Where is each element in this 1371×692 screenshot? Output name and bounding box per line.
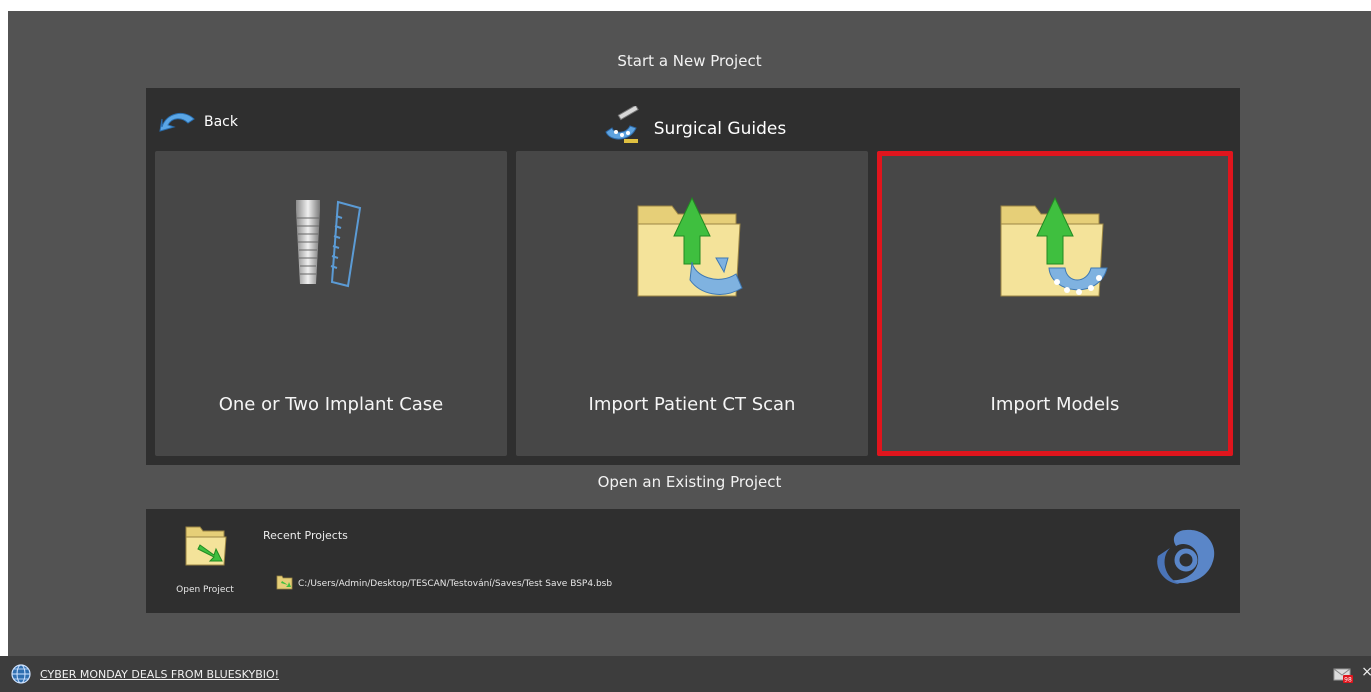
blueskybio-logo-icon — [1146, 524, 1226, 598]
start-new-project-heading: Start a New Project — [617, 52, 762, 70]
surgical-guide-icon — [600, 104, 644, 151]
open-existing-project-heading: Open an Existing Project — [597, 473, 782, 491]
mail-badge-count: 98 — [1344, 677, 1352, 684]
folder-upload-jaw-icon — [516, 196, 868, 306]
recent-projects-title: Recent Projects — [263, 529, 348, 542]
open-project-button[interactable]: Open Project — [174, 523, 236, 599]
open-project-label: Open Project — [176, 585, 234, 595]
promo-link[interactable]: CYBER MONDAY DEALS FROM BLUESKYBIO! — [40, 668, 279, 681]
status-bar: CYBER MONDAY DEALS FROM BLUESKYBIO! 98 × — [0, 656, 1371, 692]
open-folder-icon — [184, 523, 228, 571]
tile-import-ct-scan[interactable]: Import Patient CT Scan — [516, 151, 868, 456]
recent-project-item[interactable]: C:/Users/Admin/Desktop/TESCAN/Testování/… — [276, 574, 612, 593]
globe-icon — [10, 663, 32, 685]
new-project-panel: Back Surgical Guides One or Two Implant … — [146, 88, 1240, 465]
close-icon[interactable]: × — [1361, 664, 1371, 680]
tile-implant-case[interactable]: One or Two Implant Case — [155, 151, 507, 456]
surgical-guides-header: Surgical Guides — [146, 104, 1240, 151]
recent-project-path: C:/Users/Admin/Desktop/TESCAN/Testování/… — [298, 578, 613, 589]
recent-folder-icon — [276, 574, 294, 593]
tile-import-ct-scan-label: Import Patient CT Scan — [588, 394, 796, 415]
folder-upload-model-icon — [877, 196, 1233, 306]
implant-icon — [155, 196, 507, 306]
open-project-panel: Open Project Recent Projects C:/Users/Ad… — [146, 509, 1240, 613]
start-screen: Start a New Project Back Surgical Guides — [8, 11, 1371, 656]
tile-import-models-label: Import Models — [990, 394, 1120, 415]
tile-implant-case-label: One or Two Implant Case — [218, 394, 444, 415]
surgical-guides-title: Surgical Guides — [653, 118, 787, 139]
tile-import-models[interactable]: Import Models — [877, 151, 1233, 456]
mail-icon[interactable]: 98 — [1333, 667, 1353, 687]
